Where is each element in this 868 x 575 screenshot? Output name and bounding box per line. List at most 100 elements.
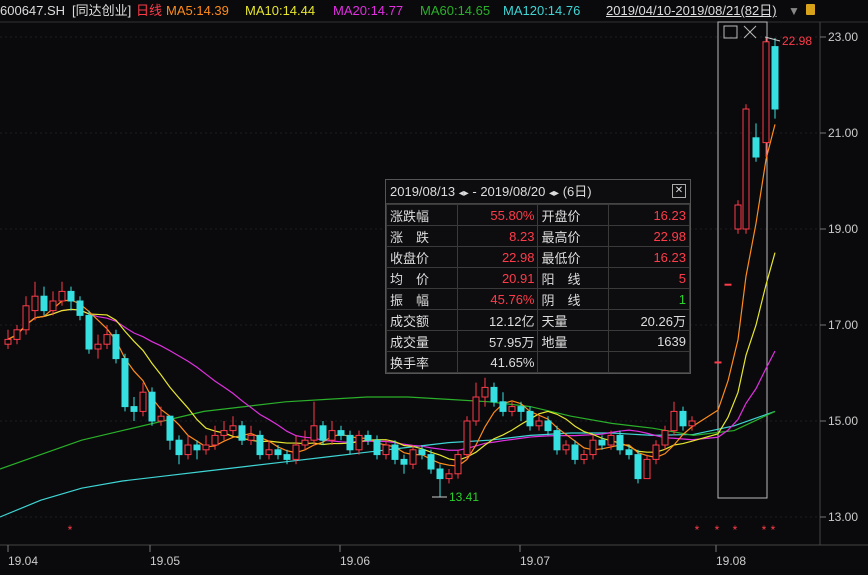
candle-up [247, 434, 255, 441]
stat-label: 成交量 [386, 330, 458, 352]
stats-row: 涨 跌 8.23 最高价 22.98 [386, 225, 690, 247]
event-star-marker: * [695, 523, 700, 537]
candle-up [454, 454, 462, 475]
candle-up [229, 425, 237, 432]
event-star-marker: * [771, 523, 776, 537]
candle-down [256, 434, 264, 456]
stat-label: 均 价 [386, 267, 458, 289]
stat-value: 1639 [608, 330, 690, 352]
candle-up [734, 204, 742, 230]
stat-label: 地量 [537, 330, 610, 352]
low-annotation: 13.41 [449, 490, 479, 504]
candle-down [337, 430, 345, 436]
x-tick-label: 19.07 [520, 554, 550, 568]
x-tick-label: 19.08 [716, 554, 746, 568]
candle-up [31, 295, 39, 312]
candle-up [562, 444, 570, 451]
stat-value: 41.65% [456, 351, 539, 373]
event-star-marker: * [715, 523, 720, 537]
stat-value [608, 351, 690, 373]
y-tick-label: 13.00 [828, 510, 858, 524]
event-star-marker: * [733, 523, 738, 537]
candle-up [445, 473, 453, 480]
stat-label: 收盘价 [386, 246, 458, 268]
y-tick-label: 15.00 [828, 414, 858, 428]
stat-value: 55.80% [456, 204, 539, 226]
candle-down [346, 434, 354, 451]
candle-up [589, 439, 597, 456]
stat-value: 57.95万 [456, 330, 539, 352]
stat-label: 成交额 [386, 309, 458, 331]
candle-down [517, 406, 525, 412]
candle-up [22, 305, 30, 331]
stat-label: 天量 [537, 309, 610, 331]
candle-up [157, 415, 165, 422]
day-count: (6日) [562, 184, 592, 199]
x-tick-label: 19.06 [340, 554, 370, 568]
candle-up [508, 406, 516, 412]
stat-value: 5 [608, 267, 690, 289]
close-icon[interactable]: ✕ [672, 184, 686, 198]
stat-label: 开盘价 [537, 204, 610, 226]
x-tick-label: 19.05 [150, 554, 180, 568]
y-tick-label: 19.00 [828, 222, 858, 236]
stats-table: 涨跌幅 55.80% 开盘价 16.23 涨 跌 8.23 最高价 22.98 收盘价 22.98… [386, 204, 690, 373]
stock-chart: 600647.SH [同达创业] 日线 MA5:14.39 MA10:14.44… [0, 0, 868, 575]
stat-value: 16.23 [608, 204, 690, 226]
candle-up [310, 425, 318, 441]
candle-up [292, 444, 300, 460]
candle-down [175, 439, 183, 456]
candle-down [499, 401, 507, 412]
candle-up [328, 430, 336, 441]
candle-down [679, 410, 687, 427]
candle-down [571, 444, 579, 460]
stats-row: 均 价 20.91 阳 线5 [386, 267, 690, 289]
candle-up [58, 290, 66, 302]
event-star-marker: * [762, 523, 767, 537]
stat-value: 12.12亿 [456, 309, 539, 331]
candle-up [220, 430, 228, 436]
stat-label: 振 幅 [386, 288, 458, 310]
stat-label: 换手率 [386, 351, 458, 373]
candle-down [634, 454, 642, 480]
stat-value: 20.91 [456, 267, 539, 289]
stat-value: 45.76% [456, 288, 539, 310]
stats-row: 换手率 41.65% [386, 351, 690, 373]
candle-down [418, 449, 426, 456]
candle-down [616, 434, 624, 451]
candle-up [481, 386, 489, 398]
x-tick-label: 19.04 [8, 554, 38, 568]
candle-up [301, 439, 309, 446]
stat-value: 22.98 [608, 225, 690, 247]
candle-up [94, 343, 102, 350]
candle-down [427, 454, 435, 470]
candle-up [535, 420, 543, 427]
candle-down [364, 434, 372, 441]
box-menu-icon [723, 25, 738, 39]
candle-down [166, 415, 174, 441]
candle-up [409, 449, 417, 465]
high-annotation: 22.98 [782, 34, 812, 48]
stats-row: 成交量 57.95万 地量 1639 [386, 330, 690, 352]
candle-up [49, 300, 57, 312]
candle-down [274, 449, 282, 456]
candle-up [472, 396, 480, 422]
candle-up [463, 420, 471, 456]
stats-row: 成交额 12.12亿 天量 20.26万 [386, 309, 690, 331]
candle-up [580, 454, 588, 460]
candle-up [265, 449, 273, 456]
candle-down [319, 425, 327, 441]
panel-header: 2019/08/13 ◂▸ - 2019/08/20 ◂▸ (6日) ✕ [386, 180, 690, 204]
candle-up [670, 410, 678, 432]
candle-up [742, 108, 750, 230]
candle-up [139, 391, 147, 412]
candle-down [400, 458, 408, 465]
arrows-icon[interactable]: ◂▸ [549, 188, 559, 199]
stat-value: 20.26万 [608, 309, 690, 331]
date-to: 2019/08/20 [480, 184, 546, 199]
candle-down [67, 290, 75, 302]
y-tick-label: 23.00 [828, 30, 858, 44]
arrows-icon[interactable]: ◂▸ [459, 188, 469, 199]
candle-up [688, 420, 696, 427]
candle-up [202, 444, 210, 451]
